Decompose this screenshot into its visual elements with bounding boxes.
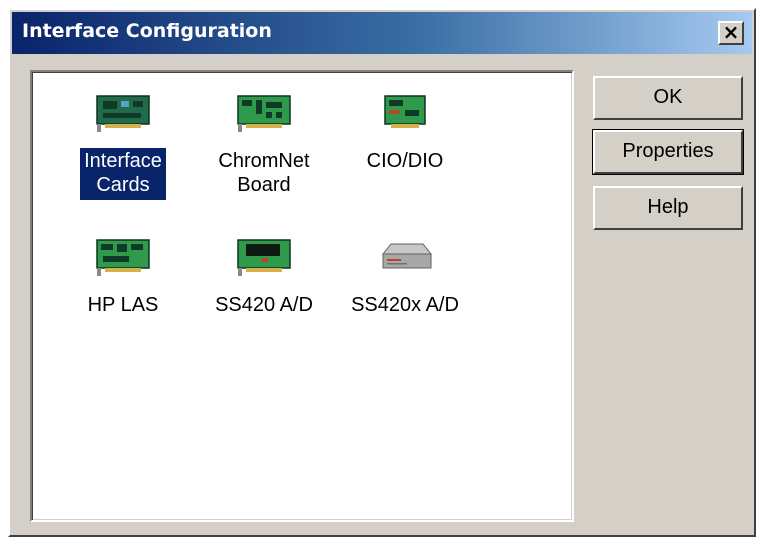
item-label: SS420x A/D: [351, 294, 459, 316]
device-list-view[interactable]: Interface Cards ChromNet Board CIO/DIO H…: [30, 70, 574, 522]
list-item-cio-dio[interactable]: CIO/DIO: [340, 90, 470, 176]
item-label: HP LAS: [87, 294, 159, 316]
item-label: CIO/DIO: [366, 150, 444, 172]
title-bar[interactable]: Interface Configuration ×: [12, 12, 752, 54]
interface-configuration-dialog: Interface Configuration × Interface Cards: [8, 8, 756, 537]
window-title: Interface Configuration: [22, 20, 272, 42]
ok-button[interactable]: OK: [593, 76, 743, 120]
item-label: ChromNet Board: [218, 150, 310, 196]
close-icon: ×: [722, 20, 740, 44]
list-item-ss420-ad[interactable]: SS420 A/D: [199, 234, 329, 320]
list-item-ss420x-ad[interactable]: SS420x A/D: [340, 234, 470, 320]
chromnet-board-icon: [237, 95, 291, 132]
list-item-chromnet-board[interactable]: ChromNet Board: [199, 90, 329, 200]
close-button[interactable]: ×: [718, 21, 744, 45]
item-label: Interface Cards: [80, 148, 166, 200]
hp-las-card-icon: [96, 239, 150, 276]
ss420-card-icon: [237, 239, 291, 276]
cio-dio-card-icon: [384, 95, 426, 128]
item-label: SS420 A/D: [215, 294, 313, 316]
list-item-hp-las[interactable]: HP LAS: [58, 234, 188, 320]
properties-button[interactable]: Properties: [592, 129, 744, 175]
help-button[interactable]: Help: [593, 186, 743, 230]
interface-card-icon: [96, 95, 150, 132]
ss420x-device-icon: [381, 243, 433, 269]
list-item-interface-cards[interactable]: Interface Cards: [58, 90, 188, 200]
